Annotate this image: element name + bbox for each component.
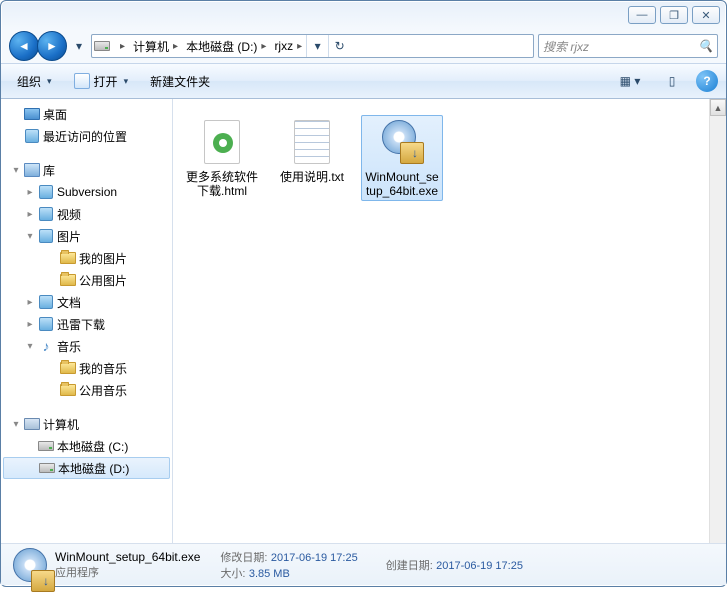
breadcrumb-root[interactable]: ▸	[112, 35, 129, 57]
help-button[interactable]: ?	[696, 70, 718, 92]
tree-xunlei[interactable]: ▸迅雷下载	[1, 313, 172, 335]
search-icon: 🔍	[698, 39, 713, 53]
tree-pictures[interactable]: ▾图片	[1, 225, 172, 247]
drive-icon	[38, 441, 54, 451]
address-dropdown-button[interactable]: ▾	[306, 35, 328, 57]
computer-icon	[24, 418, 40, 430]
download-icon	[39, 317, 53, 331]
documents-icon	[39, 295, 53, 309]
folder-icon	[60, 384, 76, 396]
details-filename: WinMount_setup_64bit.exe	[55, 550, 200, 564]
details-pane: ↓ WinMount_setup_64bit.exe 应用程序 修改日期: 20…	[1, 543, 726, 585]
toolbar: 组织 打开 新建文件夹 ▦ ▾ ▯ ?	[1, 63, 726, 99]
search-placeholder: 搜索 rjxz	[543, 38, 589, 55]
breadcrumb-computer[interactable]: 计算机▸	[129, 35, 182, 57]
file-item-html[interactable]: 更多系统软件下载.html	[181, 115, 263, 201]
organize-button[interactable]: 组织	[9, 71, 60, 92]
tree-documents[interactable]: ▸文档	[1, 291, 172, 313]
content-pane: 更多系统软件下载.html 使用说明.txt ↓ WinMount_setup_…	[173, 99, 726, 543]
titlebar: — ❐ ✕	[1, 1, 726, 29]
libraries-icon	[24, 163, 40, 177]
scroll-up-button[interactable]: ▲	[710, 99, 726, 116]
open-button[interactable]: 打开	[66, 71, 137, 92]
tree-libraries[interactable]: ▾库	[1, 159, 172, 181]
refresh-button[interactable]: ↻	[328, 35, 350, 57]
details-size-value: 3.85 MB	[249, 568, 290, 580]
tree-videos[interactable]: ▸视频	[1, 203, 172, 225]
subversion-icon	[39, 185, 53, 199]
drive-icon	[92, 41, 112, 51]
details-created-value: 2017-06-19 17:25	[436, 560, 523, 572]
tree-music[interactable]: ▾♪音乐	[1, 335, 172, 357]
file-name: 更多系统软件下载.html	[184, 170, 260, 198]
new-folder-button[interactable]: 新建文件夹	[142, 71, 218, 92]
preview-pane-button[interactable]: ▯	[654, 70, 690, 92]
txt-icon	[294, 120, 330, 164]
folder-icon	[60, 252, 76, 264]
address-bar[interactable]: ▸ 计算机▸ 本地磁盘 (D:)▸ rjxz▸ ▾ ↻	[91, 34, 534, 58]
folder-icon	[60, 362, 76, 374]
breadcrumb-drive[interactable]: 本地磁盘 (D:)▸	[182, 35, 270, 57]
music-icon: ♪	[37, 338, 55, 354]
tree-subversion[interactable]: ▸Subversion	[1, 181, 172, 203]
details-created-label: 创建日期:	[386, 557, 433, 573]
recent-icon	[25, 129, 39, 143]
search-input[interactable]: 搜索 rjxz 🔍	[538, 34, 718, 58]
videos-icon	[39, 207, 53, 221]
details-modified-label: 修改日期:	[220, 549, 267, 565]
tree-public-pictures[interactable]: 公用图片	[1, 269, 172, 291]
vertical-scrollbar[interactable]: ▲	[709, 99, 726, 543]
view-options-button[interactable]: ▦ ▾	[612, 70, 648, 92]
file-name: 使用说明.txt	[280, 170, 344, 184]
details-size-label: 大小:	[220, 565, 245, 581]
file-item-exe[interactable]: ↓ WinMount_setup_64bit.exe	[361, 115, 443, 201]
nav-row: ◄ ► ▾ ▸ 计算机▸ 本地磁盘 (D:)▸ rjxz▸ ▾ ↻ 搜索 rjx…	[1, 29, 726, 63]
file-item-txt[interactable]: 使用说明.txt	[271, 115, 353, 187]
breadcrumb-folder[interactable]: rjxz▸	[270, 35, 306, 57]
minimize-button[interactable]: —	[628, 6, 656, 24]
folder-icon	[60, 274, 76, 286]
back-button[interactable]: ◄	[9, 31, 39, 61]
exe-icon: ↓	[11, 548, 55, 592]
details-modified-value: 2017-06-19 17:25	[271, 552, 358, 564]
nav-history-dropdown[interactable]: ▾	[71, 31, 87, 61]
explorer-window: — ❐ ✕ ◄ ► ▾ ▸ 计算机▸ 本地磁盘 (D:)▸ rjxz▸ ▾ ↻ …	[0, 0, 727, 587]
tree-drive-c[interactable]: 本地磁盘 (C:)	[1, 435, 172, 457]
tree-my-music[interactable]: 我的音乐	[1, 357, 172, 379]
exe-icon: ↓	[380, 120, 424, 164]
details-filetype: 应用程序	[55, 564, 200, 580]
desktop-icon	[24, 108, 40, 120]
pictures-icon	[39, 229, 53, 243]
forward-button[interactable]: ►	[37, 31, 67, 61]
open-icon	[74, 73, 90, 89]
tree-drive-d[interactable]: 本地磁盘 (D:)	[3, 457, 170, 479]
tree-computer[interactable]: ▾计算机	[1, 413, 172, 435]
tree-my-pictures[interactable]: 我的图片	[1, 247, 172, 269]
maximize-button[interactable]: ❐	[660, 6, 688, 24]
tree-recent[interactable]: 最近访问的位置	[1, 125, 172, 147]
html-icon	[204, 120, 240, 164]
navigation-tree: 桌面 最近访问的位置 ▾库 ▸Subversion ▸视频 ▾图片 我的图片 公…	[1, 99, 173, 543]
tree-public-music[interactable]: 公用音乐	[1, 379, 172, 401]
tree-desktop[interactable]: 桌面	[1, 103, 172, 125]
drive-icon	[39, 463, 55, 473]
file-name: WinMount_setup_64bit.exe	[364, 170, 440, 198]
close-button[interactable]: ✕	[692, 6, 720, 24]
